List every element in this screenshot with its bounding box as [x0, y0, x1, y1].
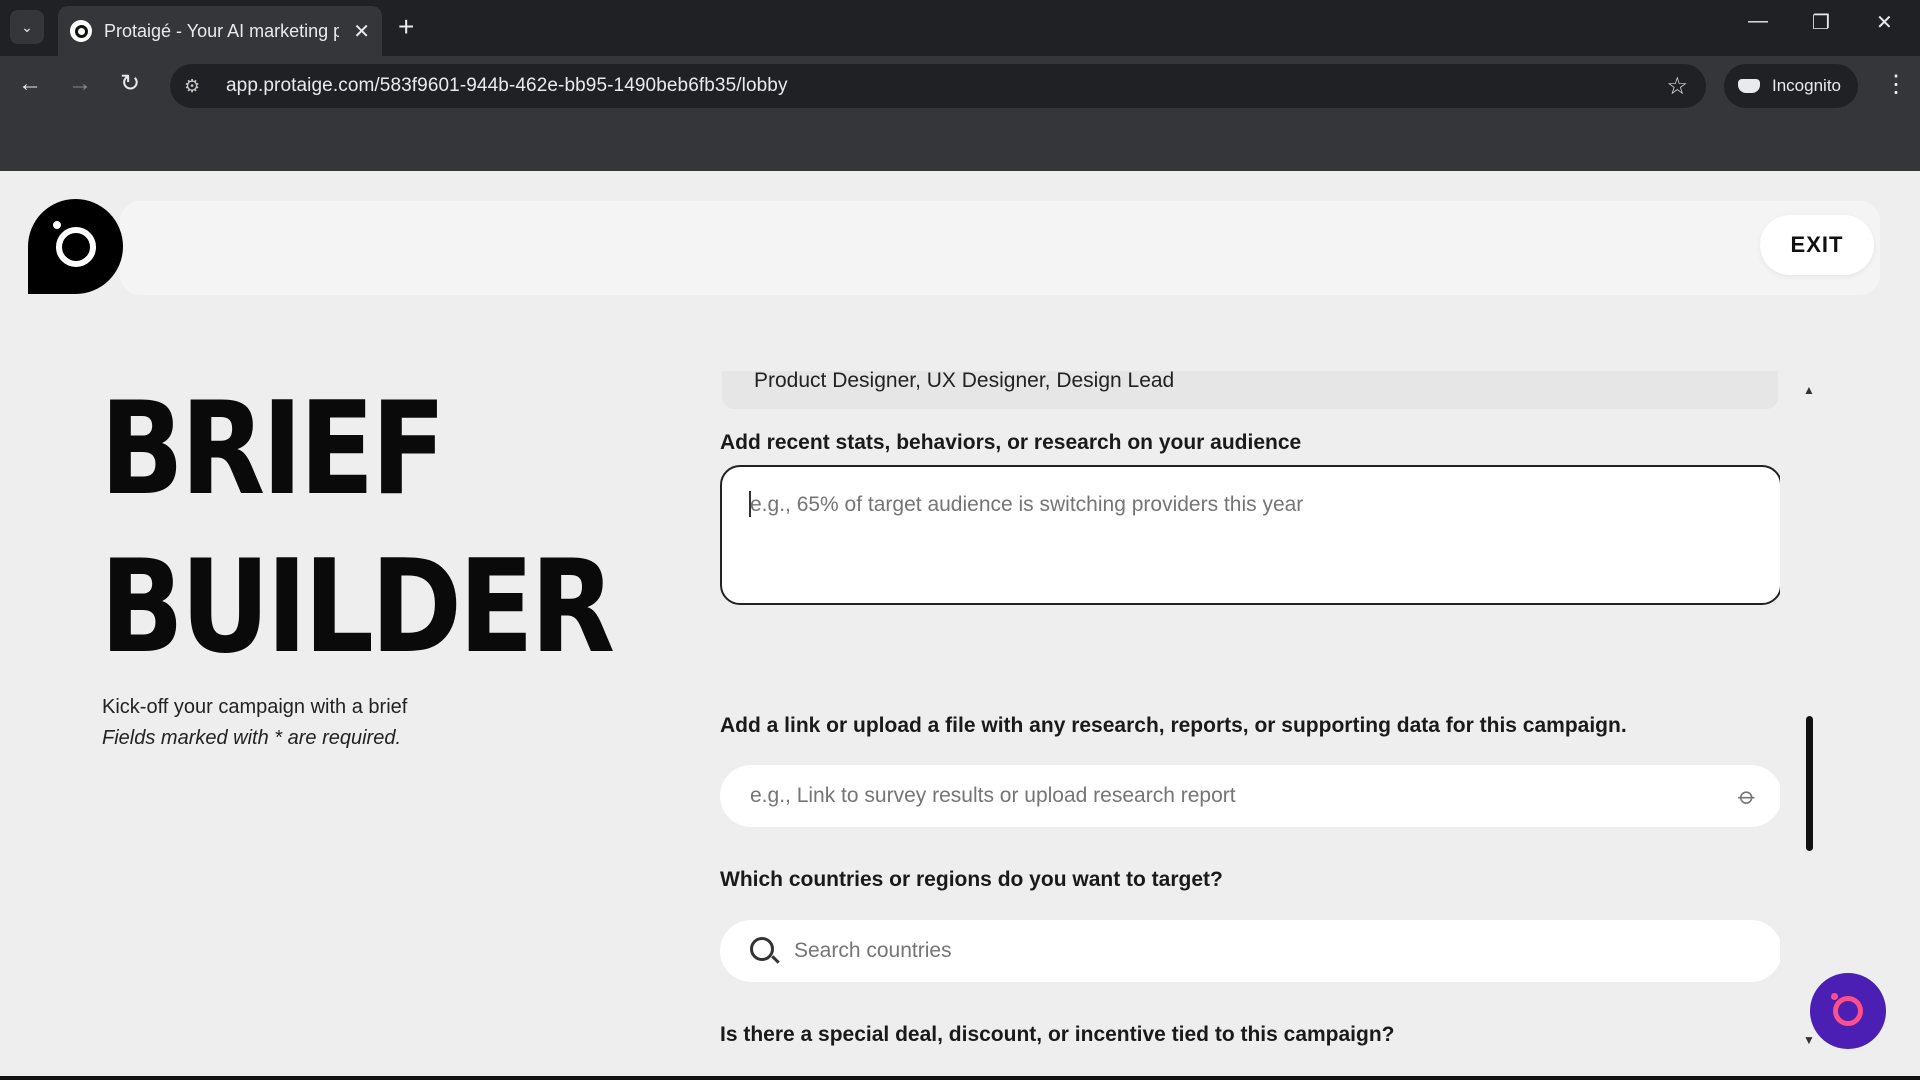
window-close-button[interactable]: ✕ — [1876, 10, 1893, 35]
scroll-down-icon[interactable]: ▼ — [1803, 1033, 1815, 1047]
audience-roles-field[interactable]: Product Designer, UX Designer, Design Le… — [722, 371, 1778, 409]
incognito-label: Incognito — [1772, 76, 1841, 95]
research-textarea[interactable] — [720, 465, 1780, 605]
country-search-input[interactable] — [720, 920, 1780, 982]
browser-menu-icon[interactable]: ⋮ — [1884, 70, 1908, 99]
scroll-up-icon[interactable]: ▲ — [1803, 383, 1815, 397]
window-minimize-button[interactable]: — — [1748, 10, 1768, 33]
text-caret — [749, 491, 751, 517]
page-title-text: BRIEF BUILDER — [100, 375, 615, 682]
incognito-indicator[interactable]: Incognito — [1724, 64, 1858, 108]
app-page: EXIT BRIEF BUILDER Kick-off your campaig… — [0, 171, 1920, 1080]
window-restore-button[interactable]: ❐ — [1812, 10, 1830, 35]
url-text[interactable]: app.protaige.com/583f9601-944b-462e-bb95… — [226, 75, 788, 97]
tab-close-button[interactable]: ✕ — [353, 19, 370, 44]
browser-tab-active[interactable]: Protaigé - Your AI marketing pr ✕ — [58, 6, 382, 56]
bottom-edge — [0, 1076, 1920, 1080]
assistant-chat-button[interactable] — [1810, 973, 1886, 1049]
app-header — [120, 201, 1880, 295]
page-title: BRIEF BUILDER — [100, 371, 615, 687]
special-deal-label: Is there a special deal, discount, or in… — [720, 1023, 1395, 1046]
audience-roles-value: Product Designer, UX Designer, Design Le… — [754, 371, 1175, 392]
brief-form: Product Designer, UX Designer, Design Le… — [720, 371, 1780, 1071]
scrollbar-thumb[interactable] — [1806, 716, 1813, 851]
protaige-logo[interactable] — [28, 199, 123, 294]
research-label: Add recent stats, behaviors, or research… — [720, 431, 1302, 454]
reload-button[interactable]: ↻ — [120, 69, 140, 99]
browser-toolbar: ← → ↻ ⚙ app.protaige.com/583f9601-944b-4… — [0, 56, 1920, 114]
supporting-data-label: Add a link or upload a file with any res… — [720, 714, 1627, 737]
exit-button[interactable]: EXIT — [1760, 215, 1874, 275]
regions-label: Which countries or regions do you want t… — [720, 868, 1223, 891]
bookmarks-bar — [0, 114, 1920, 171]
back-button[interactable]: ← — [18, 69, 42, 99]
tab-list-button[interactable]: ⌄ — [10, 10, 44, 44]
new-tab-button[interactable]: + — [398, 12, 414, 42]
logo-ring-icon — [52, 220, 96, 267]
tab-title: Protaigé - Your AI marketing pr — [104, 20, 340, 41]
favicon-icon — [70, 20, 92, 42]
required-fields-note: Fields marked with * are required. — [102, 727, 402, 749]
address-bar[interactable]: ⚙ app.protaige.com/583f9601-944b-462e-bb… — [170, 64, 1706, 108]
incognito-icon — [1738, 79, 1760, 93]
search-icon — [750, 937, 774, 961]
chevron-down-icon: ⌄ — [21, 18, 33, 35]
assistant-logo-icon — [1831, 993, 1863, 1026]
forward-button[interactable]: → — [68, 69, 92, 99]
browser-tabstrip: ⌄ Protaigé - Your AI marketing pr ✕ + — … — [0, 0, 1920, 56]
site-info-icon[interactable]: ⚙ — [184, 76, 210, 97]
supporting-data-input[interactable] — [720, 765, 1780, 827]
page-subtitle: Kick-off your campaign with a brief — [102, 696, 408, 718]
bookmark-star-icon[interactable]: ☆ — [1666, 72, 1688, 101]
